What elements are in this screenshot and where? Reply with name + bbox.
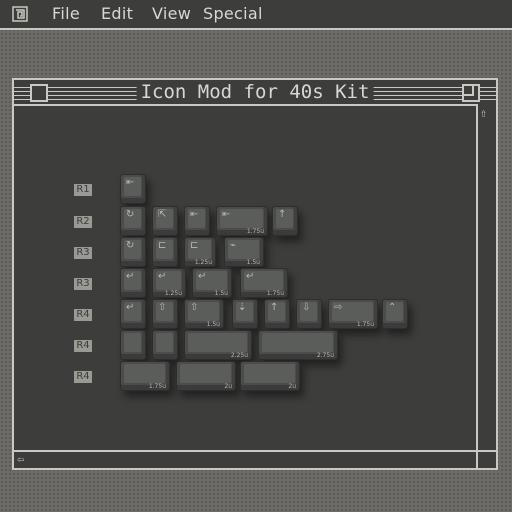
keycap: ↵ 1.5u <box>192 268 232 298</box>
scroll-left-icon[interactable]: ⇦ <box>17 453 24 465</box>
window-content: R1 R2 R3 R3 R4 R4 R4 ⇤ ↻ ⇱ ⇤ ⇤ 1.75u ↑ ↻ ⊏ ⊏ 1.25u ⌁ 1.5u ↵ ↵… <box>14 104 478 454</box>
menu-file[interactable]: File <box>52 4 80 23</box>
keycap: ⇤ <box>184 206 210 236</box>
keycap: ↻ <box>120 237 146 267</box>
row-label: R2 <box>74 216 92 228</box>
menu-edit[interactable]: Edit <box>101 4 133 23</box>
keycap: ⇤ <box>120 174 146 204</box>
keycap: ⇤ 1.75u <box>216 206 268 236</box>
vertical-scrollbar[interactable]: ⇧ <box>476 104 496 452</box>
row-label: R4 <box>74 371 92 383</box>
keycap-legend-icon: ⌁ <box>230 240 237 251</box>
keycap-legend-icon: ⊏ <box>190 240 199 251</box>
keycap: ↵ 1.75u <box>240 268 288 298</box>
keycap-legend-icon: ⇧ <box>158 302 167 313</box>
keycap: ⊏ <box>152 237 178 267</box>
horizontal-scrollbar[interactable]: ⇦ <box>14 450 478 468</box>
window-title: Icon Mod for 40s Kit <box>136 80 374 104</box>
keycap: ⇣ <box>232 299 258 329</box>
keycap: ⇱ <box>152 206 178 236</box>
keycap: 2.75u <box>258 330 338 360</box>
keycap: ↑ <box>264 299 290 329</box>
zoom-box[interactable] <box>462 84 480 102</box>
keycap: ⇧ <box>152 299 178 329</box>
keycap-legend-icon: ⇣ <box>238 302 247 313</box>
keycap-size-label: 1.75u <box>148 383 166 390</box>
keycap-size-label: 2.75u <box>316 352 334 359</box>
keycap-legend-icon: ⇤ <box>126 177 135 188</box>
keycap-legend-icon: ↵ <box>198 271 207 282</box>
keycap-legend-icon: ↵ <box>126 271 135 282</box>
keycap-size-label: 2u <box>224 383 232 390</box>
keycap <box>152 330 178 360</box>
keycap: ⊏ 1.25u <box>184 237 216 267</box>
keycap: 2.25u <box>184 330 252 360</box>
keycap <box>120 330 146 360</box>
close-box[interactable] <box>30 84 48 102</box>
keycap: ↵ <box>120 299 146 329</box>
keycap: 1.75u <box>120 361 170 391</box>
keycap: ⇨ 1.75u <box>328 299 378 329</box>
keycap-legend-icon: ⇧ <box>190 302 199 313</box>
keycap-legend-icon: ⌃ <box>388 302 397 313</box>
row-label: R4 <box>74 309 92 321</box>
menu-bar: File Edit View Special <box>0 0 512 30</box>
row-label: R3 <box>74 278 92 290</box>
keycap: ↵ <box>120 268 146 298</box>
keycap: 2u <box>176 361 236 391</box>
keycap-legend-icon: ↻ <box>126 240 135 251</box>
keycap: 2u <box>240 361 300 391</box>
keycap-size-label: 1.5u <box>206 321 220 328</box>
menu-special[interactable]: Special <box>203 4 263 23</box>
apple-menu-icon[interactable] <box>12 6 28 22</box>
keycap-size-label: 1.75u <box>356 321 374 328</box>
keycap-size-label: 1.75u <box>266 290 284 297</box>
keycap-legend-icon: ↻ <box>126 209 135 220</box>
keycap-legend-icon: ⇤ <box>190 209 199 220</box>
keycap-legend-icon: ⇨ <box>334 302 343 313</box>
resize-box[interactable] <box>476 450 496 468</box>
keycap: ⇩ <box>296 299 322 329</box>
keycap-legend-icon: ⇱ <box>158 209 167 220</box>
keycap-size-label: 1.25u <box>164 290 182 297</box>
keycap-size-label: 1.75u <box>246 228 264 235</box>
keycap: ↑ <box>272 206 298 236</box>
keycap-size-label: 2.25u <box>230 352 248 359</box>
keycap-size-label: 1.25u <box>194 259 212 266</box>
title-bar[interactable]: Icon Mod for 40s Kit <box>14 80 496 106</box>
keycap: ↵ 1.25u <box>152 268 186 298</box>
row-label: R1 <box>74 184 92 196</box>
keycap: ⌁ 1.5u <box>224 237 264 267</box>
keycap-legend-icon: ↵ <box>126 302 135 313</box>
keycap: ↻ <box>120 206 146 236</box>
keycap-size-label: 1.5u <box>246 259 260 266</box>
menu-view[interactable]: View <box>152 4 191 23</box>
keycap: ⇧ 1.5u <box>184 299 224 329</box>
keycap-size-label: 1.5u <box>214 290 228 297</box>
row-label: R3 <box>74 247 92 259</box>
keycap-legend-icon: ↑ <box>278 209 287 220</box>
scroll-up-icon[interactable]: ⇧ <box>480 107 487 119</box>
keycap-legend-icon: ⊏ <box>158 240 167 251</box>
keycap-legend-icon: ↵ <box>158 271 167 282</box>
keycap: ⌃ <box>382 299 408 329</box>
keycap-legend-icon: ⇩ <box>302 302 311 313</box>
keycap-legend-icon: ↑ <box>270 302 279 313</box>
window: Icon Mod for 40s Kit R1 R2 R3 R3 R4 R4 R4 ⇤ ↻ ⇱ ⇤ ⇤… <box>12 78 498 470</box>
row-label: R4 <box>74 340 92 352</box>
keycap-size-label: 2u <box>288 383 296 390</box>
keycap-legend-icon: ↵ <box>246 271 255 282</box>
keycap-legend-icon: ⇤ <box>222 209 231 220</box>
